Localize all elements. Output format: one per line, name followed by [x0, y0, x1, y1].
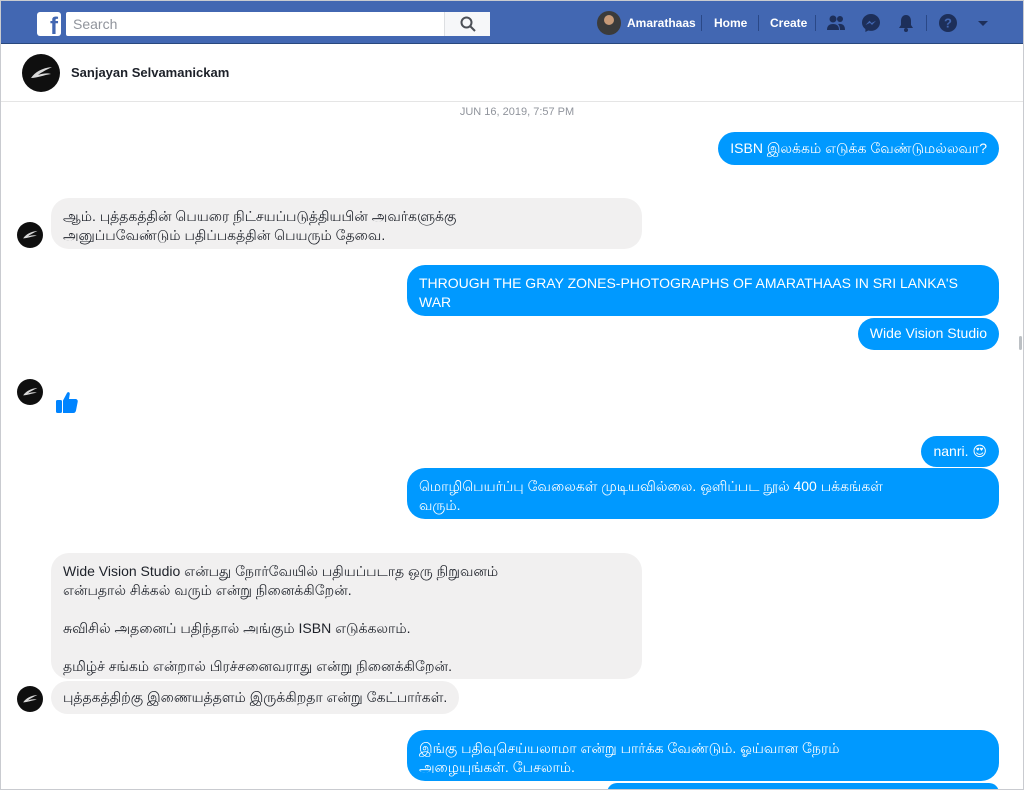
conversation-header: Sanjayan Selvamanickam	[1, 45, 1023, 102]
nav-divider	[758, 15, 759, 31]
messenger-icon[interactable]	[861, 13, 881, 33]
nav-divider	[926, 15, 927, 31]
outgoing-message[interactable]: nanri. 😍	[921, 436, 999, 467]
contact-avatar-small[interactable]	[17, 379, 43, 405]
search-input[interactable]	[66, 12, 446, 36]
user-name: Amarathaas	[627, 15, 696, 30]
svg-text:?: ?	[944, 16, 952, 31]
outgoing-message-partial[interactable]	[607, 783, 999, 789]
bird-logo-icon	[23, 694, 38, 703]
outgoing-message[interactable]: ISBN இலக்கம் எடுக்க வேண்டுமல்லவா?	[718, 132, 999, 165]
contact-avatar-small[interactable]	[17, 686, 43, 712]
profile-link[interactable]: Amarathaas	[597, 1, 696, 44]
help-icon[interactable]: ?	[938, 13, 958, 33]
nav-divider	[701, 15, 702, 31]
search-icon	[460, 16, 476, 32]
top-navigation-bar: f Amarathaas Home Create	[1, 1, 1023, 44]
outgoing-message[interactable]: மொழிபெயர்ப்பு வேலைகள் முடியவில்லை. ஒளிப்…	[407, 468, 999, 519]
home-label: Home	[714, 15, 748, 30]
contact-avatar[interactable]	[22, 54, 60, 92]
message-timestamp: JUN 16, 2019, 7:57 PM	[459, 106, 575, 118]
home-link[interactable]: Home	[714, 1, 747, 44]
bird-logo-icon	[23, 387, 38, 396]
incoming-message[interactable]: புத்தகத்திற்கு இணையத்தளம் இருக்கிறதா என்…	[51, 681, 460, 714]
incoming-message[interactable]: ஆம். புத்தகத்தின் பெயரை நிட்சயப்படுத்திய…	[51, 198, 642, 249]
scrollbar-handle[interactable]	[1019, 336, 1022, 350]
incoming-message[interactable]: Wide Vision Studio என்பது நோர்வேயில் பதி…	[51, 553, 642, 679]
notifications-bell-icon[interactable]	[896, 13, 916, 33]
outgoing-message[interactable]: THROUGH THE GRAY ZONES-PHOTOGRAPHS OF AM…	[407, 265, 999, 329]
bird-logo-icon	[31, 67, 52, 78]
user-avatar	[597, 10, 621, 35]
contact-avatar-small[interactable]	[17, 222, 43, 248]
facebook-logo-icon[interactable]: f	[37, 12, 61, 39]
create-link[interactable]: Create	[770, 1, 807, 44]
create-label: Create	[770, 15, 808, 30]
friend-requests-icon[interactable]	[826, 13, 846, 33]
contact-name[interactable]: Sanjayan Selvamanickam	[71, 65, 229, 80]
thumbs-up-like-icon[interactable]	[54, 389, 80, 415]
outgoing-message[interactable]: Wide Vision Studio	[857, 318, 999, 350]
search-button[interactable]	[444, 12, 490, 36]
search-box	[66, 12, 490, 36]
account-menu-chevron-down-icon[interactable]	[973, 13, 993, 33]
outgoing-message[interactable]: இங்கு பதிவுசெய்யலாமா என்று பார்க்க வேண்ட…	[407, 730, 999, 781]
bird-logo-icon	[23, 230, 38, 239]
nav-divider	[815, 15, 816, 31]
messenger-window: f Amarathaas Home Create	[0, 0, 1024, 790]
